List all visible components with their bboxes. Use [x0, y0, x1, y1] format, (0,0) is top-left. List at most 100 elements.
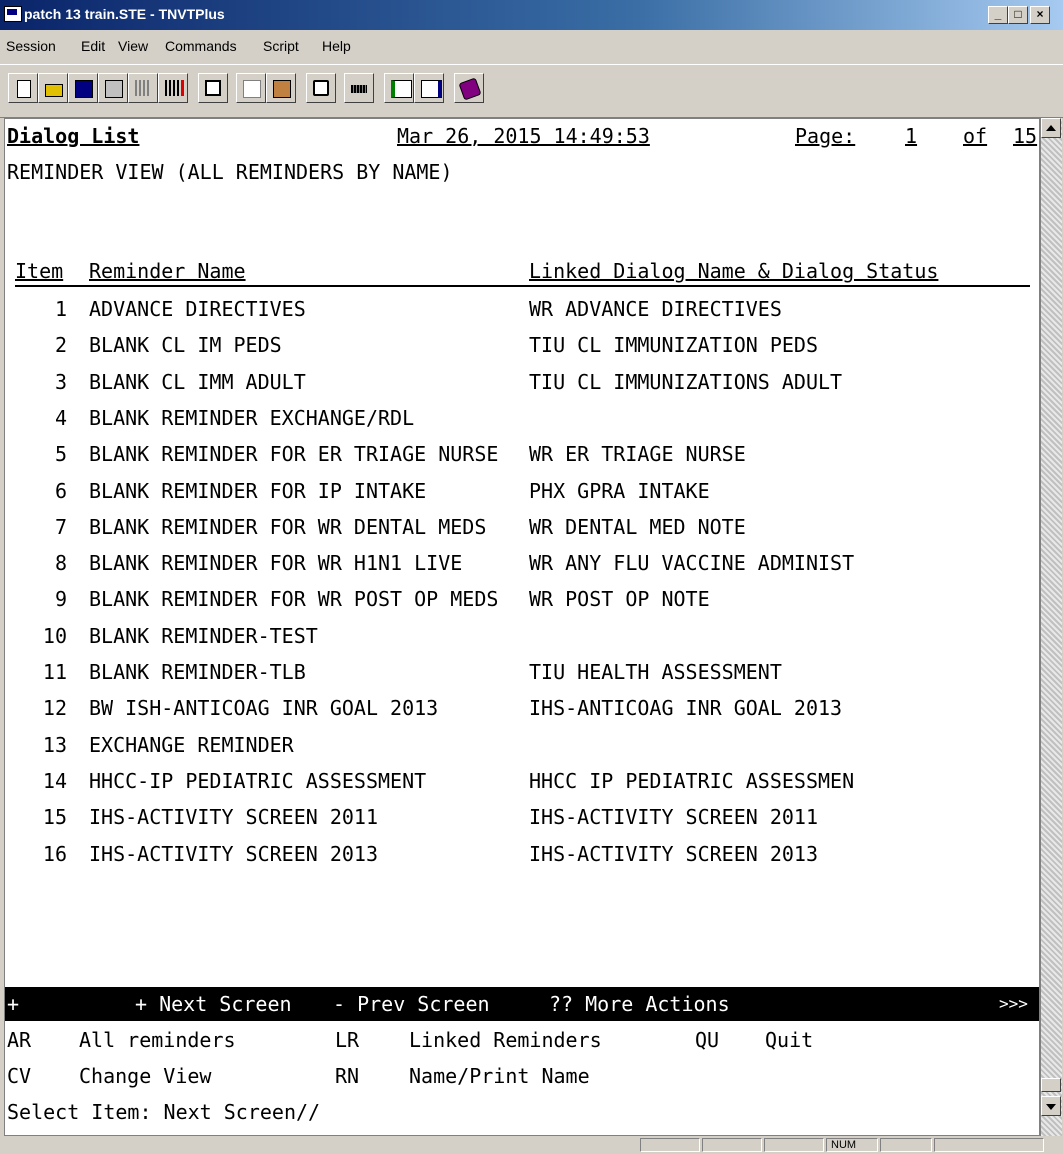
maximize-button[interactable]: □	[1008, 6, 1028, 24]
disconnect-icon	[165, 80, 184, 96]
action-code-rn[interactable]: RN	[335, 1059, 359, 1093]
action-bar-plus: +	[7, 992, 20, 1016]
toolbar	[0, 64, 1063, 118]
reminder-name: BLANK REMINDER FOR ER TRIAGE NURSE	[89, 442, 499, 466]
item-number: 10	[42, 624, 67, 648]
list-item[interactable]: 3 BLANK CL IMM ADULT TIU CL IMMUNIZATIONS …	[5, 364, 1035, 400]
menu-edit[interactable]: Edit	[81, 38, 105, 54]
list-item[interactable]: 7 BLANK REMINDER FOR WR DENTAL MEDS WR DEN…	[5, 509, 1035, 545]
action-label-lr[interactable]: Linked Reminders	[409, 1023, 602, 1057]
prev-screen-action[interactable]: - Prev Screen	[333, 987, 490, 1021]
menu-commands[interactable]: Commands	[165, 38, 237, 54]
copy-icon	[243, 80, 261, 98]
page-label: Page:	[795, 124, 856, 148]
status-pane-3	[764, 1138, 824, 1152]
list-item[interactable]: 6 BLANK REMINDER FOR IP INTAKE PHX GPRA IN…	[5, 473, 1035, 509]
linked-dialog-name: IHS-ANTICOAG INR GOAL 2013	[529, 696, 843, 720]
more-actions-action[interactable]: ?? More Actions	[549, 987, 730, 1021]
list-item[interactable]: 14 HHCC-IP PEDIATRIC ASSESSMENT HHCC IP PE…	[5, 763, 1035, 799]
app-icon	[4, 6, 22, 22]
connect-button[interactable]	[128, 73, 158, 103]
send-button[interactable]	[414, 73, 444, 103]
vertical-scrollbar[interactable]	[1040, 118, 1062, 1136]
item-number: 9	[54, 587, 67, 611]
menu-view[interactable]: View	[118, 38, 148, 54]
reminder-name: IHS-ACTIVITY SCREEN 2013	[89, 842, 378, 866]
reminder-name: BLANK REMINDER-TLB	[89, 660, 306, 684]
open-icon	[45, 84, 63, 97]
list-item[interactable]: 9 BLANK REMINDER FOR WR POST OP MEDS WR PO…	[5, 581, 1035, 617]
select-item-prompt[interactable]: Select Item: Next Screen//	[7, 1095, 320, 1129]
new-icon	[17, 80, 31, 98]
status-pane-1	[640, 1138, 700, 1152]
status-pane-2	[702, 1138, 762, 1152]
scroll-down-button[interactable]	[1041, 1096, 1061, 1116]
item-number: 16	[42, 842, 67, 866]
action-bar: + + Next Screen - Prev Screen ?? More Ac…	[5, 987, 1039, 1021]
menu-session[interactable]: Session	[6, 38, 56, 54]
screen-button[interactable]	[306, 73, 336, 103]
receive-button[interactable]	[384, 73, 414, 103]
new-button[interactable]	[8, 73, 38, 103]
linked-dialog-name: WR DENTAL MED NOTE	[529, 515, 746, 539]
reminder-name: BLANK REMINDER FOR WR POST OP MEDS	[89, 587, 499, 611]
reminder-name: BLANK REMINDER FOR WR H1N1 LIVE	[89, 551, 463, 575]
disconnect-button[interactable]	[158, 73, 188, 103]
reminder-name: HHCC-IP PEDIATRIC ASSESSMENT	[89, 769, 427, 793]
action-label-ar[interactable]: All reminders	[79, 1023, 236, 1057]
scroll-down-icon	[1046, 1104, 1056, 1110]
page-number: 1	[905, 124, 918, 148]
print-button[interactable]	[198, 73, 228, 103]
screen-icon	[313, 80, 329, 96]
page-of: of	[963, 124, 988, 148]
save-button[interactable]	[68, 73, 98, 103]
column-headers: Item Reminder Name Linked Dialog Name & …	[5, 253, 1035, 289]
scroll-up-button[interactable]	[1041, 118, 1061, 138]
scroll-thumb[interactable]	[1041, 1078, 1061, 1092]
list-item[interactable]: 11 BLANK REMINDER-TLB TIU HEALTH ASSESSMEN…	[5, 654, 1035, 690]
menu-script[interactable]: Script	[263, 38, 299, 54]
page-total: 15	[1013, 124, 1038, 148]
close-button[interactable]: ×	[1030, 6, 1050, 24]
reminder-name: BLANK REMINDER EXCHANGE/RDL	[89, 406, 415, 430]
terminal-screen[interactable]: Dialog List Mar 26, 2015 14:49:53 Page: …	[4, 118, 1040, 1136]
connect-icon	[135, 80, 151, 96]
linked-dialog-name: PHX GPRA INTAKE	[529, 479, 710, 503]
minimize-button[interactable]: _	[988, 6, 1008, 24]
linked-dialog-name: IHS-ACTIVITY SCREEN 2013	[529, 842, 818, 866]
properties-button[interactable]	[98, 73, 128, 103]
column-header-linked: Linked Dialog Name & Dialog Status	[529, 259, 939, 283]
list-item[interactable]: 8 BLANK REMINDER FOR WR H1N1 LIVE WR ANY F…	[5, 545, 1035, 581]
status-pane-6	[934, 1138, 1044, 1152]
paste-button[interactable]	[266, 73, 296, 103]
reminder-name: EXCHANGE REMINDER	[89, 733, 294, 757]
list-item[interactable]: 4 BLANK REMINDER EXCHANGE/RDL	[5, 400, 1035, 436]
list-item[interactable]: 12 BW ISH-ANTICOAG INR GOAL 2013 IHS-ANTIC…	[5, 690, 1035, 726]
script-button[interactable]	[454, 73, 484, 103]
keyboard-button[interactable]	[344, 73, 374, 103]
status-num-indicator: NUM	[826, 1138, 878, 1152]
menu-bar: Session Edit View Commands Script Help	[0, 30, 1063, 64]
list-item[interactable]: 5 BLANK REMINDER FOR ER TRIAGE NURSE WR ER…	[5, 436, 1035, 472]
reminder-name: IHS-ACTIVITY SCREEN 2011	[89, 805, 378, 829]
menu-help[interactable]: Help	[322, 38, 351, 54]
open-button[interactable]	[38, 73, 68, 103]
action-label-rn[interactable]: Name/Print Name	[409, 1059, 590, 1093]
action-label-qu[interactable]: Quit	[765, 1023, 813, 1057]
action-code-ar[interactable]: AR	[7, 1023, 31, 1057]
scroll-up-icon	[1046, 125, 1056, 131]
item-number: 11	[42, 660, 67, 684]
item-number: 5	[54, 442, 67, 466]
action-label-cv[interactable]: Change View	[79, 1059, 211, 1093]
list-item[interactable]: 1 ADVANCE DIRECTIVES WR ADVANCE DIRECTIVES	[5, 291, 1035, 327]
list-item[interactable]: 10 BLANK REMINDER-TEST	[5, 618, 1035, 654]
action-code-lr[interactable]: LR	[335, 1023, 359, 1057]
next-screen-action[interactable]: + Next Screen	[135, 987, 292, 1021]
list-item[interactable]: 16 IHS-ACTIVITY SCREEN 2013 IHS-ACTIVITY S…	[5, 836, 1035, 872]
list-item[interactable]: 15 IHS-ACTIVITY SCREEN 2011 IHS-ACTIVITY S…	[5, 799, 1035, 835]
list-item[interactable]: 2 BLANK CL IM PEDS TIU CL IMMUNIZATION PED…	[5, 327, 1035, 363]
action-code-cv[interactable]: CV	[7, 1059, 31, 1093]
action-code-qu[interactable]: QU	[695, 1023, 719, 1057]
copy-button[interactable]	[236, 73, 266, 103]
list-item[interactable]: 13 EXCHANGE REMINDER	[5, 727, 1035, 763]
